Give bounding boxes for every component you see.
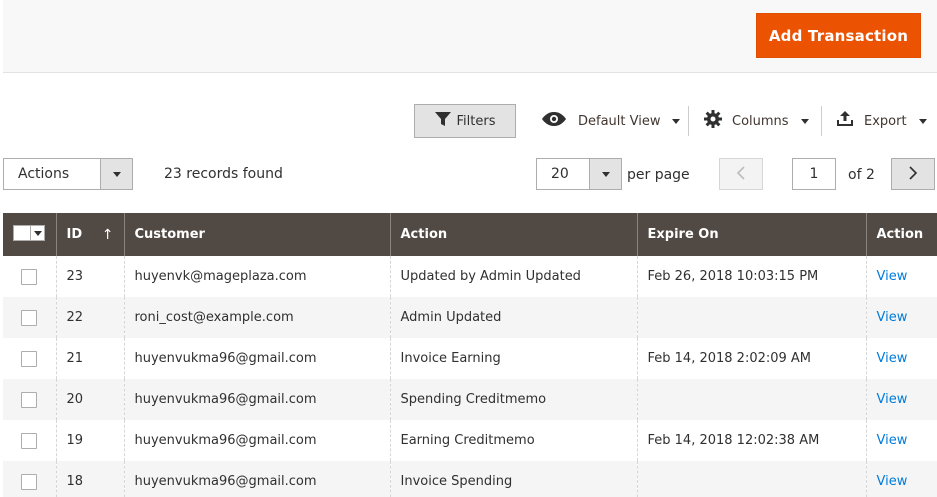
row-action: Updated by Admin Updated (389, 256, 637, 297)
row-id: 19 (55, 420, 124, 461)
per-page-select[interactable]: 20 (536, 158, 622, 190)
add-transaction-button[interactable]: Add Transaction (756, 13, 921, 58)
chevron-left-icon (736, 165, 746, 184)
row-customer: huyenvukma96@gmail.com (123, 461, 390, 497)
toolbar-divider (688, 106, 689, 136)
row-action: Invoice Earning (389, 338, 637, 379)
row-checkbox[interactable] (21, 309, 38, 326)
toolbar-divider (821, 106, 822, 136)
row-action: Spending Creditmemo (389, 379, 637, 420)
chevron-down-icon (918, 118, 927, 124)
chevron-down-icon (672, 118, 681, 124)
per-page-label: per page (627, 167, 690, 183)
row-customer: huyenvukma96@gmail.com (123, 338, 390, 379)
export-label: Export (864, 113, 907, 129)
table-row: 19 huyenvukma96@gmail.com Earning Credit… (3, 420, 937, 461)
chevron-right-icon (908, 165, 918, 184)
chevron-down-icon[interactable] (589, 159, 621, 189)
export-button[interactable]: Export (836, 104, 927, 138)
row-expire-on (636, 461, 866, 497)
table-row: 18 huyenvukma96@gmail.com Invoice Spendi… (3, 461, 937, 497)
row-expire-on (636, 297, 866, 338)
total-pages: of 2 (848, 167, 875, 183)
view-label: Default View (578, 113, 661, 129)
mass-actions-select[interactable]: Actions (3, 158, 133, 190)
table-row: 22 roni_cost@example.com Admin Updated V… (3, 297, 937, 338)
chevron-down-icon[interactable] (100, 159, 132, 189)
column-header-customer[interactable]: Customer (123, 213, 390, 256)
view-link[interactable]: View (877, 310, 908, 325)
columns-button[interactable]: Columns (704, 104, 809, 138)
view-link[interactable]: View (877, 351, 908, 366)
table-row: 23 huyenvk@mageplaza.com Updated by Admi… (3, 256, 937, 297)
row-id: 22 (55, 297, 124, 338)
column-header-id[interactable]: ID ↑ (55, 213, 124, 256)
row-expire-on: Feb 14, 2018 12:02:38 AM (636, 420, 866, 461)
chevron-down-icon[interactable] (30, 226, 44, 240)
column-header-action[interactable]: Action (389, 213, 637, 256)
filters-label: Filters (456, 113, 496, 129)
gear-icon (704, 110, 722, 132)
actions-label: Actions (18, 166, 70, 182)
mass-select-header[interactable] (3, 213, 56, 256)
row-checkbox[interactable] (21, 268, 38, 285)
current-page-input[interactable] (792, 158, 836, 190)
table-header-row: ID ↑ Customer Action Expire On Action (3, 213, 937, 256)
row-action: Invoice Spending (389, 461, 637, 497)
view-switcher[interactable]: Default View (542, 104, 681, 138)
view-link[interactable]: View (877, 474, 908, 489)
grid-toolbar: Filters Default View Columns Export (0, 104, 937, 138)
row-checkbox[interactable] (21, 473, 38, 490)
export-icon (836, 111, 854, 131)
row-customer: huyenvk@mageplaza.com (123, 256, 390, 297)
view-link[interactable]: View (877, 269, 908, 284)
column-header-expire-on[interactable]: Expire On (636, 213, 866, 256)
row-id: 20 (55, 379, 124, 420)
row-customer: huyenvukma96@gmail.com (123, 379, 390, 420)
row-checkbox[interactable] (21, 391, 38, 408)
row-checkbox[interactable] (21, 350, 38, 367)
row-id: 21 (55, 338, 124, 379)
row-id: 18 (55, 461, 124, 497)
table-row: 20 huyenvukma96@gmail.com Spending Credi… (3, 379, 937, 420)
sort-up-arrow-icon: ↑ (101, 226, 114, 243)
records-found: 23 records found (164, 166, 283, 182)
next-page-button[interactable] (891, 158, 935, 190)
previous-page-button[interactable] (719, 158, 763, 190)
mass-select-checkbox[interactable] (13, 225, 45, 241)
chevron-down-icon (800, 118, 809, 124)
page-actions-bar: Add Transaction (3, 0, 937, 73)
row-customer: huyenvukma96@gmail.com (123, 420, 390, 461)
columns-label: Columns (732, 113, 789, 129)
grid-controls: Actions 23 records found 20 per page of … (0, 158, 937, 190)
row-action: Earning Creditmemo (389, 420, 637, 461)
view-link[interactable]: View (877, 433, 908, 448)
row-expire-on: Feb 26, 2018 10:03:15 PM (636, 256, 866, 297)
filters-button[interactable]: Filters (414, 104, 516, 138)
table-row: 21 huyenvukma96@gmail.com Invoice Earnin… (3, 338, 937, 379)
row-expire-on: Feb 14, 2018 2:02:09 AM (636, 338, 866, 379)
eye-icon (542, 112, 566, 130)
column-header-action-link: Action (865, 213, 937, 256)
filter-icon (434, 111, 451, 131)
row-checkbox[interactable] (21, 432, 38, 449)
view-link[interactable]: View (877, 392, 908, 407)
transactions-table: ID ↑ Customer Action Expire On Action 23… (3, 213, 937, 497)
row-expire-on (636, 379, 866, 420)
per-page-value: 20 (551, 166, 569, 182)
row-customer: roni_cost@example.com (123, 297, 390, 338)
row-id: 23 (55, 256, 124, 297)
row-action: Admin Updated (389, 297, 637, 338)
